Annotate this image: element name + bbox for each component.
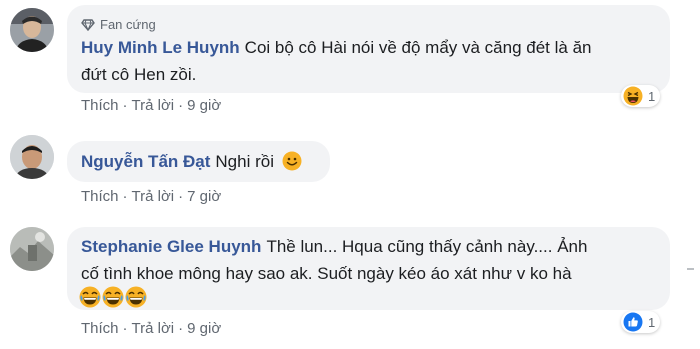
comment-author[interactable]: Huy Minh Le Huynh <box>81 38 240 57</box>
comment-time[interactable]: 9 giờ <box>187 320 221 337</box>
reaction-number: 1 <box>648 88 656 104</box>
comment-bubble: Fan cứng Huy Minh Le Huynh Coi bộ cô Hài … <box>67 5 670 93</box>
comment-text: Coi bộ cô Hài nói về độ mẩy và căng đét … <box>244 38 592 57</box>
reply-link[interactable]: Trả lời <box>132 97 175 114</box>
laughing-emoji-icon <box>79 286 101 308</box>
diamond-icon <box>81 18 95 31</box>
comment-text: Thề lun... Hqua cũng thấy cảnh này.... Ả… <box>266 237 588 256</box>
avatar[interactable] <box>10 8 54 52</box>
comment-2: Nguyễn Tấn Đạt Nghi rồi Thích · Trả lời · 7 g… <box>0 125 700 215</box>
comment-1: Fan cứng Huy Minh Le Huynh Coi bộ cô Hài … <box>0 0 700 120</box>
reply-link[interactable]: Trả lời <box>132 188 175 205</box>
comment-bubble: Nguyễn Tấn Đạt Nghi rồi <box>67 141 330 182</box>
comment-bubble: Stephanie Glee Huynh Thề lun... Hqua cũng… <box>67 227 670 310</box>
haha-emoji-icon <box>623 86 643 106</box>
comment-actions: Thích · Trả lời · 9 giờ <box>81 97 222 114</box>
smile-emoji-icon <box>282 151 302 171</box>
avatar[interactable] <box>10 135 54 179</box>
comment-actions: Thích · Trả lời · 7 giờ <box>81 188 222 205</box>
comment-author[interactable]: Nguyễn Tấn Đạt <box>81 152 210 171</box>
emoji-row <box>79 286 147 308</box>
comment-time[interactable]: 7 giờ <box>187 188 221 205</box>
like-link[interactable]: Thích <box>81 188 119 205</box>
reaction-count[interactable]: 1 <box>621 311 661 333</box>
comment-actions: Thích · Trả lời · 9 giờ <box>81 320 222 337</box>
comment-text-cont: đứt cô Hen zồi. <box>81 65 197 84</box>
like-link[interactable]: Thích <box>81 320 119 337</box>
comment-text-cont: cố tình khoe mông hay sao ak. Suốt ngày … <box>81 264 572 283</box>
comment-author[interactable]: Stephanie Glee Huynh <box>81 237 261 256</box>
reply-link[interactable]: Trả lời <box>132 320 175 337</box>
comment-text: Nghi rồi <box>215 152 274 171</box>
comment-3: Stephanie Glee Huynh Thề lun... Hqua cũng… <box>0 215 700 349</box>
reaction-count[interactable]: 1 <box>621 85 661 107</box>
reaction-number: 1 <box>648 314 656 330</box>
laughing-emoji-icon <box>125 286 147 308</box>
like-icon <box>623 312 643 332</box>
scrollbar-marker[interactable] <box>687 268 694 270</box>
comment-time[interactable]: 9 giờ <box>187 97 221 114</box>
laughing-emoji-icon <box>102 286 124 308</box>
like-link[interactable]: Thích <box>81 97 119 114</box>
avatar[interactable] <box>10 227 54 271</box>
